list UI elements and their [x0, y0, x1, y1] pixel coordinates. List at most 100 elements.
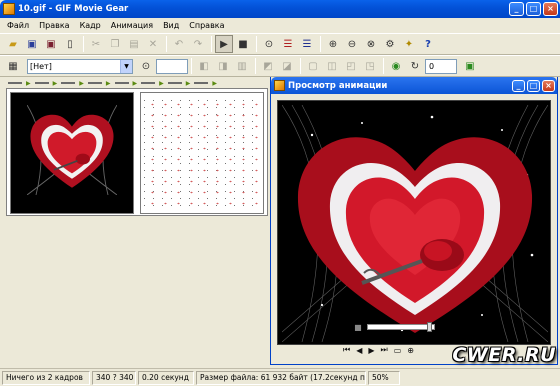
maximize-button[interactable]: □ — [526, 2, 541, 16]
open-folder-icon[interactable]: ▰ — [4, 35, 22, 53]
copy-icon[interactable]: ❐ — [106, 35, 124, 53]
toolbar-separator — [256, 36, 257, 52]
zoom-out-icon[interactable]: ⊖ — [343, 35, 361, 53]
toolbar-separator — [300, 58, 301, 74]
last-frame-icon[interactable]: ⏭ — [381, 345, 388, 355]
frame-thumbnail-1[interactable] — [10, 92, 134, 214]
paste-icon[interactable]: ▤ — [125, 35, 143, 53]
frame-strip-markers: ▶ ▶ ▶ ▶ ▶ ▶ ▶ ▶ — [8, 78, 263, 88]
screen-icon[interactable]: ▭ — [394, 346, 402, 355]
disposal-combo-value: [Нет] — [30, 61, 52, 71]
menu-bar: Файл Правка Кадр Анимация Вид Справка — [0, 18, 560, 33]
redo-icon[interactable]: ↷ — [189, 35, 207, 53]
preview-play-icon[interactable]: ▶ — [343, 323, 349, 332]
tips-icon[interactable]: ✦ — [400, 35, 418, 53]
zoom-fit-icon[interactable]: ⊗ — [362, 35, 380, 53]
frame-number: 2 — [439, 322, 445, 332]
tool-icon[interactable]: ◪ — [278, 57, 296, 75]
edit-frame-icon[interactable]: ◩ — [259, 57, 277, 75]
preview-zoom-icon[interactable]: ⊕ — [407, 346, 414, 355]
color-palette-icon[interactable]: ☰ — [298, 35, 316, 53]
loop-icon: ↻ — [410, 60, 420, 72]
heart-animation-image — [282, 105, 548, 342]
title-bar: 10.gif - GIF Movie Gear _ □ × — [0, 0, 560, 18]
watermark-logo: CWER.RU — [452, 344, 556, 366]
minimize-button[interactable]: _ — [509, 2, 524, 16]
status-file-size: Размер файла: 61 932 байт (17.2секунд пр… — [196, 370, 366, 385]
timer-icon[interactable]: ⊙ — [450, 322, 458, 333]
frame-slider[interactable] — [366, 322, 435, 332]
chevron-down-icon[interactable]: ▼ — [120, 59, 132, 73]
next-frame-icon[interactable]: ▶ — [368, 346, 374, 355]
preview-title-bar: Просмотр анимации _ □ × — [271, 77, 557, 94]
save-as-icon[interactable]: ▣ — [42, 35, 60, 53]
palette-icon[interactable]: ☰ — [279, 35, 297, 53]
preview-close-button[interactable]: × — [542, 79, 555, 92]
frame-position-icon[interactable]: ◧ — [195, 57, 213, 75]
web-globe-icon[interactable]: ◉ — [387, 57, 405, 75]
toolbar-separator — [211, 36, 212, 52]
undo-icon[interactable]: ↶ — [170, 35, 188, 53]
status-frame-info: Ничего из 2 кадров — [2, 370, 90, 385]
window-title: 10.gif - GIF Movie Gear — [18, 4, 129, 14]
help-icon[interactable]: ? — [419, 35, 437, 53]
close-button[interactable]: × — [543, 2, 558, 16]
preview-app-icon — [274, 80, 285, 91]
preview-maximize-button[interactable]: □ — [527, 79, 540, 92]
delay-clock-icon: ⊙ — [141, 60, 151, 72]
sparkle-frame-image — [144, 96, 260, 210]
delete-icon[interactable]: ✕ — [144, 35, 162, 53]
save-icon[interactable]: ▣ — [23, 35, 41, 53]
empty-workspace — [0, 218, 268, 366]
new-page-icon[interactable]: ▯ — [61, 35, 79, 53]
preview-minimize-button[interactable]: _ — [512, 79, 525, 92]
play-icon[interactable]: ▶ — [215, 35, 233, 53]
stop-icon[interactable]: ■ — [234, 35, 252, 53]
toolbar-separator — [83, 36, 84, 52]
rotate-icon[interactable]: ◰ — [342, 57, 360, 75]
frame-workspace — [6, 88, 268, 216]
status-bar: Ничего из 2 кадров 340 ? 340 0.20 секунд… — [0, 368, 560, 386]
menu-view[interactable]: Вид — [158, 21, 184, 30]
delay-input[interactable] — [156, 58, 188, 74]
main-toolbar: ▰ ▣ ▣ ▯ ✂ ❐ ▤ ✕ ↶ ↷ ▶ ■ ⊙ ☰ ☰ ⊕ ⊖ ⊗ ⚙ ✦ … — [0, 33, 560, 55]
status-dimensions: 340 ? 340 — [92, 370, 136, 385]
toolbar-separator — [320, 36, 321, 52]
heart-thumbnail-image — [27, 105, 117, 195]
status-delay: 0.20 секунд — [138, 370, 194, 385]
resize-icon[interactable]: ◫ — [323, 57, 341, 75]
menu-edit[interactable]: Правка — [34, 21, 74, 30]
slider-knob[interactable] — [426, 322, 432, 332]
menu-file[interactable]: Файл — [2, 21, 34, 30]
prev-frame-icon[interactable]: ◀ — [356, 346, 362, 355]
menu-animation[interactable]: Анимация — [106, 21, 158, 30]
frame-filmstrip-icon[interactable]: ▥ — [233, 57, 251, 75]
crop-icon[interactable]: ▢ — [304, 57, 322, 75]
transparency-icon[interactable]: ◨ — [214, 57, 232, 75]
frame-toolbar: ▦ [Нет] ▼ ⊙ ◧ ◨ ▥ ◩ ◪ ▢ ◫ ◰ ◳ ◉ ↻ 0 ▣ — [0, 55, 560, 77]
loop-count-input[interactable]: 0 — [425, 58, 457, 74]
optimize-icon[interactable]: ▣ — [461, 57, 479, 75]
preview-stop-icon[interactable]: ■ — [354, 323, 362, 332]
first-frame-icon[interactable]: ⏮ — [343, 345, 350, 355]
toolbar-separator — [166, 36, 167, 52]
frame-props-icon[interactable]: ▦ — [4, 57, 22, 75]
timing-clock-icon[interactable]: ⊙ — [260, 35, 278, 53]
cut-icon[interactable]: ✂ — [87, 35, 105, 53]
toolbar-separator — [191, 58, 192, 74]
status-zoom: 50% — [368, 370, 400, 385]
disposal-combo[interactable]: [Нет] ▼ — [27, 58, 133, 74]
properties-icon[interactable]: ⚙ — [381, 35, 399, 53]
animation-preview-window: Просмотр анимации _ □ × ▶ ■ 2 ⊙ ⏮ ◀ ▶ ⏭ … — [270, 77, 558, 365]
frame-thumbnail-2[interactable] — [140, 92, 264, 214]
playback-controls: ▶ ■ 2 ⊙ — [343, 320, 483, 334]
toolbar-separator — [383, 58, 384, 74]
toolbar-separator — [255, 58, 256, 74]
preview-canvas — [277, 100, 551, 345]
zoom-in-icon[interactable]: ⊕ — [324, 35, 342, 53]
menu-help[interactable]: Справка — [184, 21, 229, 30]
flip-icon[interactable]: ◳ — [361, 57, 379, 75]
menu-frame[interactable]: Кадр — [75, 21, 106, 30]
preview-title: Просмотр анимации — [288, 80, 388, 91]
app-icon — [3, 3, 15, 15]
